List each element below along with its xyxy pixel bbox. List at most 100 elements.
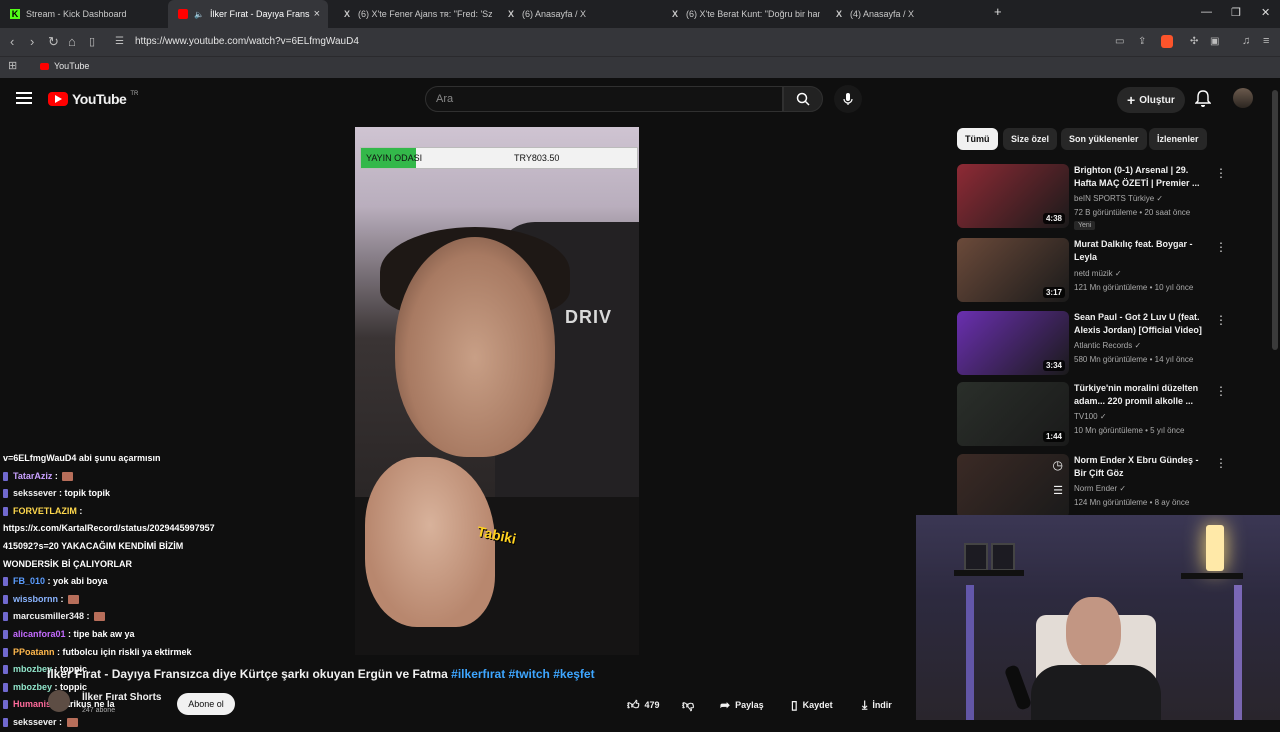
more-options-icon[interactable]: ⋮ [1215,240,1227,254]
verified-icon: ✓ [1134,341,1142,350]
reload-icon[interactable]: ↻ [48,34,59,50]
bookmark-icon[interactable]: ▯ [89,35,95,48]
create-button[interactable]: + Oluştur [1117,87,1185,113]
channel-name[interactable]: Atlantic Records ✓ [1074,341,1141,350]
video-title[interactable]: Norm Ender X Ebru Gündeş - Bir Çift Göz [1074,454,1204,480]
channel-avatar[interactable] [48,690,70,712]
like-button[interactable]: 👍︎ 479 [627,695,660,715]
recommendation-item[interactable]: 3:34 Sean Paul - Got 2 Luv U (feat. Alex… [957,311,1237,379]
voice-search-button[interactable] [834,85,862,113]
channel-name[interactable]: netd müzik ✓ [1074,269,1122,278]
hashtag-link[interactable]: #keşfet [553,667,594,681]
user-avatar[interactable] [1233,88,1253,108]
chat-username[interactable]: FB_010 [13,576,45,586]
video-thumbnail[interactable]: 1:44 [957,382,1069,446]
guide-menu-icon[interactable] [16,92,32,104]
chat-username[interactable]: PPoatann [13,647,55,657]
bookmark-youtube[interactable]: YouTube [40,61,89,71]
chat-username[interactable]: alicanfora01 [13,629,66,639]
video-player[interactable]: DRIV YAYIN ODASI TRY803.50 Tabiki [355,127,639,655]
search-button[interactable] [783,86,823,112]
youtube-icon [40,62,49,70]
chip-for-you[interactable]: Size özel [1003,128,1058,150]
tab-x-anasayfa-6[interactable]: X (6) Anasayfa / X [496,0,656,28]
extensions-icon[interactable]: ✣ [1190,36,1198,47]
chat-username[interactable]: TatarAziz [13,471,52,481]
site-info-icon[interactable]: ☰ [115,36,124,47]
subscribe-button[interactable]: Abone ol [177,693,235,715]
video-thumbnail[interactable]: 3:34 [957,311,1069,375]
download-button[interactable]: ⤓ İndir [862,695,892,715]
media-icon[interactable]: ♫ [1242,35,1250,47]
subscriber-count: 247 abone [82,707,116,714]
close-tab-icon[interactable]: × [314,8,320,20]
channel-name[interactable]: İlker Fırat Shorts [82,692,161,703]
url-field[interactable]: https://www.youtube.com/watch?v=6ELfmgWa… [135,36,359,47]
video-title[interactable]: Murat Dalkılıç feat. Boygar - Leyla [1074,238,1204,264]
close-window-icon[interactable]: ✕ [1261,6,1270,19]
recommendation-item[interactable]: 4:38 Brighton (0-1) Arsenal | 29. Hafta … [957,164,1237,232]
save-button[interactable]: ▯ Kaydet [791,695,833,715]
more-options-icon[interactable]: ⋮ [1215,313,1227,327]
chip-recently-uploaded[interactable]: Son yüklenenler [1061,128,1147,150]
minimize-icon[interactable]: — [1201,6,1212,18]
home-icon[interactable]: ⌂ [68,34,76,49]
verified-icon: ✓ [1156,194,1164,203]
youtube-logo[interactable]: YouTube TR [48,91,138,107]
tab-x-anasayfa-4[interactable]: X (4) Anasayfa / X [824,0,984,28]
video-thumbnail[interactable]: 4:38 [957,164,1069,228]
menu-icon[interactable]: ≡ [1263,35,1269,47]
hashtag-link[interactable]: #twitch [509,667,550,681]
wallet-icon[interactable]: ▣ [1210,36,1219,47]
chat-text: v=6ELfmgWauD4 abi şunu açarmısın [3,453,161,463]
page-scrollbar[interactable] [1272,90,1278,350]
notifications-bell-icon[interactable] [1195,90,1211,108]
channel-name[interactable]: beIN SPORTS Türkiye ✓ [1074,194,1163,203]
cast-icon[interactable]: ▭ [1115,36,1124,47]
chip-watched[interactable]: İzlenenler [1149,128,1207,150]
chat-username[interactable]: wissbornn [13,594,58,604]
chip-all[interactable]: Tümü [957,128,998,150]
tab-youtube-video[interactable]: 🔈 İlker Fırat - Dayıya Fransızca di × [168,0,328,28]
chat-username[interactable]: marcusmiller348 [13,611,84,621]
video-thumbnail[interactable]: ◷ ☰ [957,454,1069,518]
dislike-button[interactable]: 👎︎ [682,695,694,715]
tab-kick-dashboard[interactable]: K Stream - Kick Dashboard [0,0,168,28]
recommendation-item[interactable]: ◷ ☰ Norm Ender X Ebru Gündeş - Bir Çift … [957,454,1237,522]
chat-username[interactable]: mbozbey [13,682,52,692]
thumbs-up-icon: 👍︎ [627,697,640,712]
maximize-icon[interactable]: ❐ [1231,6,1241,19]
hashtag-link[interactable]: #ilkerfırat [451,667,505,681]
chat-username[interactable]: sekssever [13,717,57,727]
add-to-queue-icon[interactable]: ☰ [1053,484,1063,497]
share-button[interactable]: ➦ Paylaş [720,695,764,715]
donation-goal-label: YAYIN ODASI [366,153,423,163]
back-icon[interactable]: ‹ [10,34,14,49]
watch-later-icon[interactable]: ◷ [1053,458,1063,472]
tab-x-fener-ajans[interactable]: X (6) X'te Fener Ajans ᴛʀ: "Fred: 'Szinl… [332,0,492,28]
chat-username[interactable]: sekssever [13,488,57,498]
video-title[interactable]: Brighton (0-1) Arsenal | 29. Hafta MAÇ Ö… [1074,164,1204,190]
recommendation-item[interactable]: 1:44 Türkiye'nin moralini düzelten adam.… [957,382,1237,450]
apps-grid-icon[interactable]: ⊞ [8,59,17,72]
speaker-icon[interactable]: 🔈 [194,10,204,19]
more-options-icon[interactable]: ⋮ [1215,166,1227,180]
video-title[interactable]: Türkiye'nin moralini düzelten adam... 22… [1074,382,1204,408]
more-options-icon[interactable]: ⋮ [1215,456,1227,470]
brave-shield-icon[interactable] [1161,35,1173,48]
search-input[interactable]: Ara [425,86,783,112]
video-thumbnail[interactable]: 3:17 [957,238,1069,302]
chair-brand-text: DRIV [565,307,613,327]
recommendation-item[interactable]: 3:17 Murat Dalkılıç feat. Boygar - Leyla… [957,238,1237,306]
tab-x-berat-kunt[interactable]: X (6) X'te Berat Kunt: "Doğru bir hamle [660,0,820,28]
duration-label: 4:38 [1042,213,1065,224]
channel-name[interactable]: Norm Ender ✓ [1074,484,1126,493]
video-title[interactable]: Sean Paul - Got 2 Luv U (feat. Alexis Jo… [1074,311,1204,337]
more-options-icon[interactable]: ⋮ [1215,384,1227,398]
chat-username[interactable]: FORVETLAZIM [13,506,77,516]
chat-message: sekssever : [3,714,243,732]
share-icon[interactable]: ⇪ [1138,36,1146,47]
new-tab-button[interactable]: + [994,4,1002,19]
forward-icon[interactable]: › [30,34,34,49]
channel-name[interactable]: TV100 ✓ [1074,412,1107,421]
